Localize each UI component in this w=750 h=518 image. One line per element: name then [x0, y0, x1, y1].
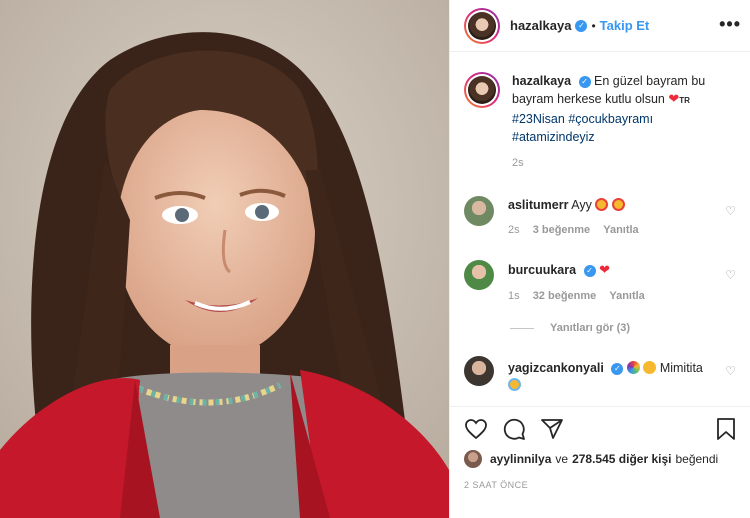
post-image: [0, 0, 449, 518]
post-caption: hazalkaya ✓ En güzel bayram bu bayram he…: [464, 72, 744, 172]
post-photo[interactable]: [0, 0, 449, 518]
hashtag[interactable]: #çocukbayramı: [568, 112, 653, 126]
hashtag[interactable]: #atamizindeyiz: [512, 130, 595, 144]
caption-avatar[interactable]: [464, 72, 500, 108]
comment-likes[interactable]: 3 beğenme: [533, 224, 590, 236]
likes-summary: ayylinnilya ve 278.545 diğer kişi beğend…: [464, 450, 718, 468]
view-replies-label[interactable]: Yanıtları gör (3): [550, 322, 630, 334]
comment-body: yagizcankonyali ✓ Mimitita: [508, 356, 703, 394]
caption-time[interactable]: 2s: [512, 154, 742, 172]
comment-time[interactable]: 2s: [508, 224, 520, 236]
header-username[interactable]: hazalkaya: [510, 18, 571, 33]
heart-icon[interactable]: [464, 417, 488, 441]
verified-icon: ✓: [578, 76, 591, 88]
comment-item: aslitumerr Ayy 2s 3 beğenme Yanıtla ♡: [464, 196, 750, 236]
caption-body: hazalkaya ✓ En güzel bayram bu bayram he…: [512, 72, 742, 172]
profile-avatar[interactable]: [464, 7, 500, 44]
comment-avatar[interactable]: [464, 196, 494, 226]
post-header: hazalkaya ✓ • Takip Et •••: [450, 0, 750, 52]
smile-emoji: [643, 361, 657, 374]
comment-body: burcuukara ✓ ❤ 1s 32 beğenme Yanıtla: [508, 260, 655, 302]
comment-username[interactable]: aslitumerr: [508, 198, 568, 212]
more-icon[interactable]: •••: [719, 14, 741, 35]
bookmark-icon[interactable]: [715, 417, 737, 441]
rainbow-emoji: [626, 361, 640, 374]
comment-avatar[interactable]: [464, 356, 494, 386]
comment-icon[interactable]: [502, 417, 526, 441]
replies-line: [510, 327, 534, 329]
heart-eyes-emoji: [595, 198, 609, 211]
flag-code: TR: [679, 96, 690, 105]
comment-item: burcuukara ✓ ❤ 1s 32 beğenme Yanıtla ♡: [464, 260, 750, 302]
view-replies-toggle[interactable]: Yanıtları gör (3): [510, 322, 630, 334]
liker-avatar[interactable]: [464, 450, 482, 468]
action-bar: [450, 406, 750, 452]
comment-heart-icon[interactable]: ♡: [725, 364, 736, 378]
follow-button[interactable]: Takip Et: [600, 18, 650, 33]
share-icon[interactable]: [540, 417, 564, 441]
comment-body: aslitumerr Ayy 2s 3 beğenme Yanıtla: [508, 196, 649, 236]
comment-heart-icon[interactable]: ♡: [725, 268, 736, 282]
reply-button[interactable]: Yanıtla: [603, 224, 638, 236]
post-timestamp[interactable]: 2 SAAT ÖNCE: [464, 480, 528, 490]
comment-time[interactable]: 1s: [508, 290, 520, 302]
tears-of-joy-emoji: [508, 378, 521, 391]
red-heart-emoji: ❤: [599, 262, 610, 277]
comment-meta: 1s 32 beğenme Yanıtla: [508, 290, 655, 302]
reply-button[interactable]: Yanıtla: [609, 290, 644, 302]
comment-heart-icon[interactable]: ♡: [725, 204, 736, 218]
heart-eyes-emoji: [611, 198, 625, 211]
comment-likes[interactable]: 32 beğenme: [533, 290, 597, 302]
verified-icon: ✓: [583, 265, 596, 277]
comment-meta: 2s 3 beğenme Yanıtla: [508, 224, 649, 236]
likes-suffix: beğendi: [675, 452, 719, 466]
liker-username[interactable]: ayylinnilya: [490, 452, 551, 466]
likes-count[interactable]: 278.545 diğer kişi: [572, 452, 671, 466]
separator-dot: •: [591, 18, 596, 33]
red-heart-emoji: ❤: [668, 91, 680, 106]
comment-avatar[interactable]: [464, 260, 494, 290]
comment-text: Ayy: [571, 198, 592, 212]
verified-icon: ✓: [575, 19, 588, 32]
comment-item: yagizcankonyali ✓ Mimitita ♡: [464, 356, 750, 394]
caption-username[interactable]: hazalkaya: [512, 74, 571, 88]
likes-connector: ve: [555, 452, 569, 466]
verified-icon: ✓: [611, 363, 624, 375]
hashtag[interactable]: #23Nisan: [512, 112, 565, 126]
comment-text: Mimitita: [659, 361, 703, 375]
comment-username[interactable]: yagizcankonyali: [508, 361, 604, 375]
comment-username[interactable]: burcuukara: [508, 263, 576, 277]
post-side-panel: hazalkaya ✓ • Takip Et ••• hazalkaya ✓ E…: [449, 0, 750, 518]
